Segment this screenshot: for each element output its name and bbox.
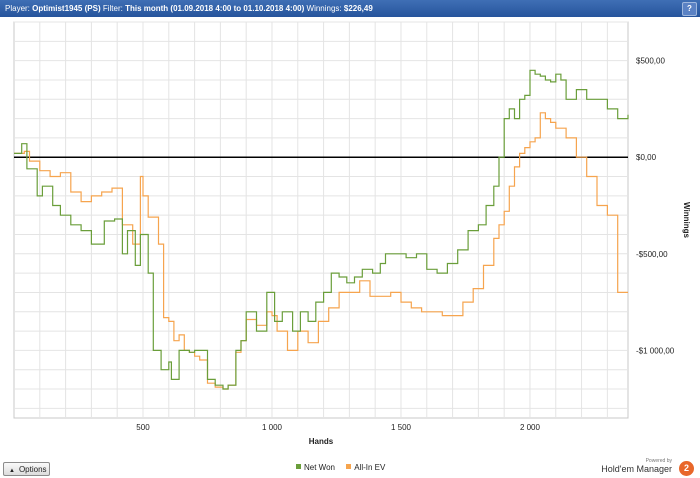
- help-icon[interactable]: ?: [682, 2, 697, 16]
- y-axis-title: Winnings: [682, 202, 691, 238]
- y-tick-label: $0,00: [636, 153, 657, 162]
- options-button[interactable]: ▲ Options: [3, 462, 50, 476]
- legend-label-all-in-ev: All-In EV: [354, 463, 386, 472]
- legend-swatch-all-in-ev: [346, 464, 352, 469]
- brand-logo-icon: 2: [679, 461, 694, 476]
- filter-label: Filter:: [102, 4, 123, 13]
- filter-value: This month (01.09.2018 4:00 to 01.10.201…: [125, 4, 305, 13]
- y-tick-label: -$1 000,00: [636, 346, 675, 355]
- y-tick-label: $500,00: [636, 57, 665, 66]
- chart-legend: Net Won All-In EV: [296, 463, 394, 472]
- x-tick-label: 1 500: [391, 423, 412, 432]
- winnings-chart: 500 1 000 1 500 2 000 $500,00 $0,00 -$500,00 -$…: [13, 21, 691, 446]
- brand: Powered by Hold'em Manager: [601, 458, 672, 474]
- winnings-value: $226,49: [343, 4, 373, 13]
- player-value: Optimist1945 (PS): [32, 4, 101, 13]
- player-label: Player:: [5, 4, 30, 13]
- x-tick-label: 500: [136, 423, 150, 432]
- winnings-label: Winnings:: [306, 4, 342, 13]
- chart-grid: [13, 21, 629, 419]
- plot-area: [13, 21, 629, 419]
- x-tick-label: 2 000: [520, 423, 541, 432]
- legend-item-all-in-ev[interactable]: All-In EV: [346, 463, 385, 472]
- legend-label-net-won: Net Won: [304, 463, 335, 472]
- legend-swatch-net-won: [296, 464, 301, 469]
- x-tick-label: 1 000: [262, 423, 283, 432]
- triangle-up-icon: ▲: [9, 468, 15, 474]
- title-bar: Player: Optimist1945 (PS) Filter: This m…: [0, 0, 700, 17]
- legend-item-net-won[interactable]: Net Won: [296, 463, 335, 472]
- x-axis-title: Hands: [309, 437, 334, 446]
- brand-name: Hold'em Manager: [601, 464, 672, 474]
- y-tick-label: -$500,00: [636, 250, 668, 259]
- options-label: Options: [18, 465, 47, 474]
